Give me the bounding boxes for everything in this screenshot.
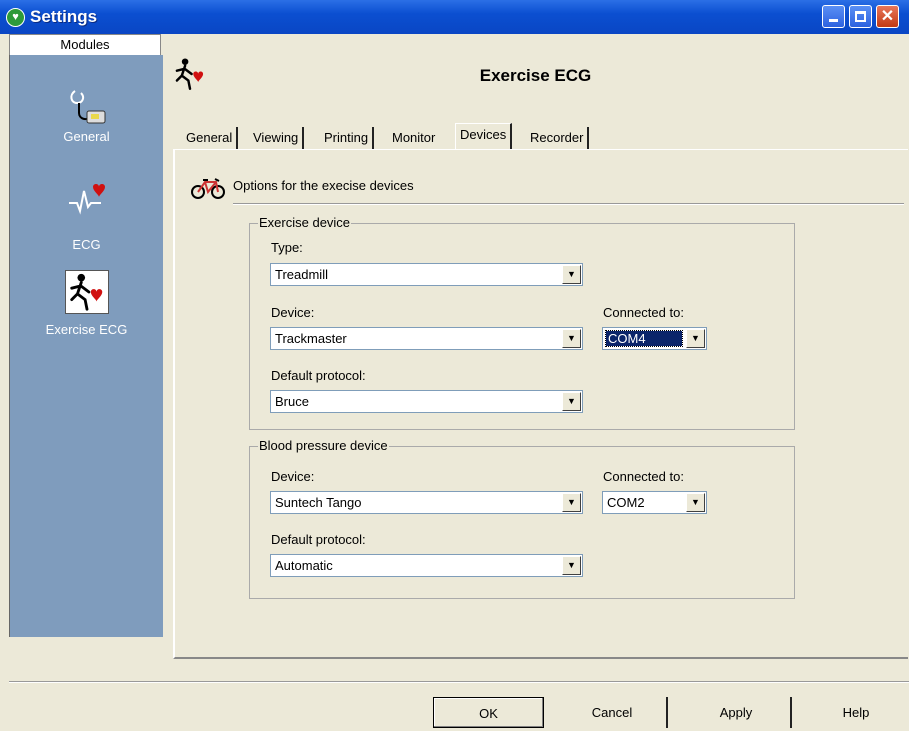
device-value: Suntech Tango <box>275 495 362 510</box>
type-label: Type: <box>271 240 303 255</box>
tab-monitor[interactable]: Monitor <box>388 127 439 149</box>
type-select[interactable]: Treadmill ▼ <box>270 263 583 286</box>
runner-heart-icon <box>64 270 109 314</box>
protocol-label: Default protocol: <box>271 532 366 547</box>
ok-button[interactable]: OK <box>433 697 544 728</box>
module-label: General <box>63 129 110 144</box>
close-icon: ✕ <box>880 8 895 25</box>
window-title: Settings <box>30 7 98 26</box>
minimize-icon <box>829 19 838 22</box>
tab-printing[interactable]: Printing <box>320 127 375 149</box>
protocol-value: Bruce <box>275 394 309 409</box>
group-title: Exercise device <box>258 215 352 230</box>
module-label: ECG <box>72 237 101 252</box>
chevron-down-icon[interactable]: ▼ <box>562 265 581 284</box>
title-bar: ♥ Settings ✕ <box>0 0 909 34</box>
module-exercise-ecg[interactable]: Exercise ECG <box>10 270 163 337</box>
chevron-down-icon[interactable]: ▼ <box>686 493 705 512</box>
maximize-icon <box>855 11 866 22</box>
exercise-port-select[interactable]: COM4 ▼ <box>602 327 707 350</box>
stethoscope-device-icon <box>65 87 109 131</box>
protocol-label: Default protocol: <box>271 368 366 383</box>
maximize-button[interactable] <box>849 5 872 28</box>
bp-device-select[interactable]: Suntech Tango ▼ <box>270 491 583 514</box>
apply-button[interactable]: Apply <box>682 697 792 728</box>
module-label: Exercise ECG <box>45 322 128 337</box>
exercise-protocol-select[interactable]: Bruce ▼ <box>270 390 583 413</box>
device-label: Device: <box>271 469 315 484</box>
type-value: Treadmill <box>275 267 328 282</box>
chevron-down-icon[interactable]: ▼ <box>562 329 581 348</box>
protocol-value: Automatic <box>275 558 333 573</box>
bp-protocol-select[interactable]: Automatic ▼ <box>270 554 583 577</box>
tab-devices[interactable]: Devices <box>455 123 513 150</box>
module-ecg[interactable]: ECG <box>10 177 163 252</box>
app-icon: ♥ <box>6 8 25 27</box>
connected-label: Connected to: <box>603 469 684 484</box>
connected-label: Connected to: <box>603 305 684 320</box>
tab-viewing[interactable]: Viewing <box>249 127 305 149</box>
modules-sidebar: General ECG Exercise ECG <box>9 55 163 637</box>
separator <box>233 203 904 205</box>
port-value: COM2 <box>607 495 645 510</box>
chevron-down-icon[interactable]: ▼ <box>562 392 581 411</box>
help-button[interactable]: Help <box>806 697 906 728</box>
device-label: Device: <box>271 305 315 320</box>
tab-general[interactable]: General <box>182 127 239 149</box>
tab-recorder[interactable]: Recorder <box>526 127 590 149</box>
module-general[interactable]: General <box>10 87 163 144</box>
modules-header: Modules <box>9 34 161 56</box>
group-title: Blood pressure device <box>258 438 389 453</box>
ecg-heart-icon <box>65 177 109 221</box>
panel-caption: Options for the execise devices <box>233 178 414 193</box>
separator <box>9 681 909 683</box>
minimize-button[interactable] <box>822 5 845 28</box>
bicycle-icon <box>190 178 226 206</box>
device-value: Trackmaster <box>275 331 347 346</box>
port-value: COM4 <box>605 330 683 347</box>
chevron-down-icon[interactable]: ▼ <box>562 493 581 512</box>
cancel-button[interactable]: Cancel <box>558 697 668 728</box>
page-title: Exercise ECG <box>479 66 592 85</box>
chevron-down-icon[interactable]: ▼ <box>686 329 705 348</box>
chevron-down-icon[interactable]: ▼ <box>562 556 581 575</box>
bp-port-select[interactable]: COM2 ▼ <box>602 491 707 514</box>
exercise-device-select[interactable]: Trackmaster ▼ <box>270 327 583 350</box>
close-button[interactable]: ✕ <box>876 5 899 28</box>
